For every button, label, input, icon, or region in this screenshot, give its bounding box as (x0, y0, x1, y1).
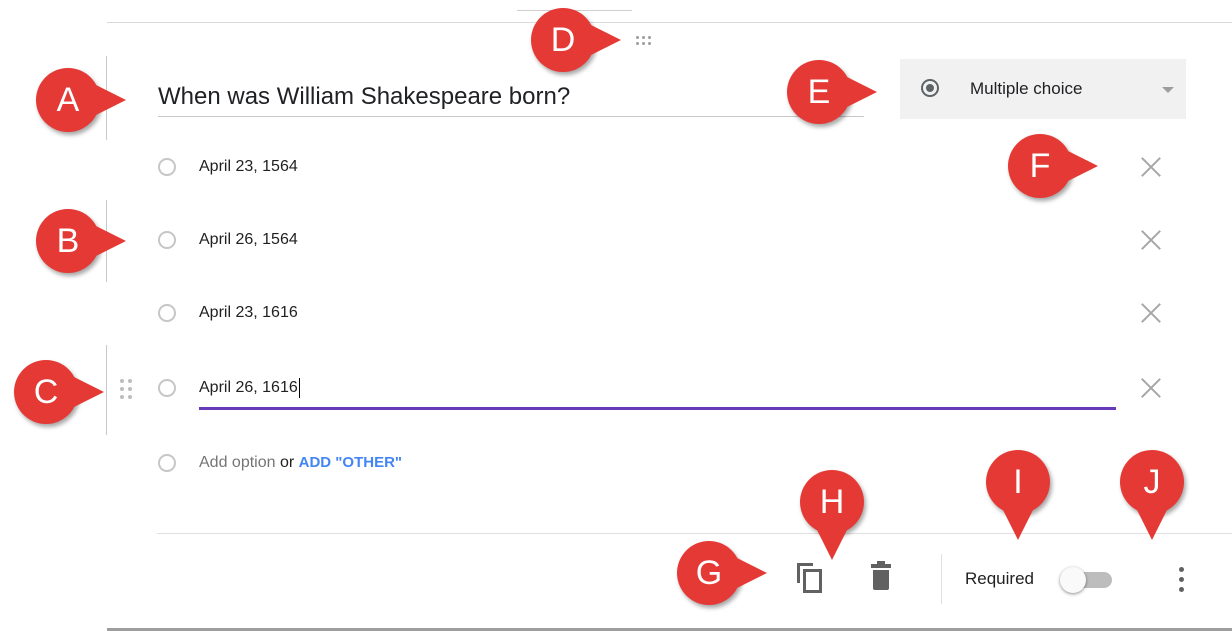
option-input[interactable]: April 23, 1616 (199, 303, 298, 323)
footer-divider (157, 533, 1232, 534)
remove-option-icon[interactable] (1140, 377, 1162, 399)
callout-label: H (819, 483, 845, 521)
option-input[interactable]: April 26, 1564 (199, 230, 298, 250)
callout-label: G (695, 554, 723, 592)
card-left-edge (106, 345, 107, 435)
add-other-link[interactable]: ADD "OTHER" (299, 454, 402, 471)
callout-label: C (33, 373, 59, 411)
callout-label: J (1143, 463, 1161, 501)
callout-label: I (1013, 463, 1023, 501)
remove-option-icon[interactable] (1140, 302, 1162, 324)
callout-j: J (1120, 450, 1184, 540)
option-input-value: April 26, 1616 (199, 379, 298, 396)
callout-b: B (36, 209, 126, 273)
radio-icon (158, 454, 176, 472)
remove-option-icon[interactable] (1140, 156, 1162, 178)
more-vert-icon[interactable] (1179, 567, 1185, 593)
callout-label: A (56, 81, 80, 119)
callout-d: D (531, 8, 621, 72)
callout-h: H (800, 470, 864, 560)
option-row-active: April 26, 1616 (158, 373, 1178, 403)
remove-option-icon[interactable] (1140, 229, 1162, 251)
callout-i: I (986, 450, 1050, 540)
option-input[interactable]: April 23, 1564 (199, 157, 298, 177)
option-input-active[interactable]: April 26, 1616 (199, 378, 300, 398)
footer-vertical-divider (941, 554, 942, 604)
add-option-row: Add option or ADD "OTHER" (199, 453, 402, 473)
add-option-link[interactable]: Add option (199, 454, 276, 471)
callout-e: E (787, 60, 877, 124)
callout-label: F (1029, 147, 1051, 185)
callout-g: G (677, 541, 767, 605)
callout-label: D (550, 21, 576, 59)
callout-label: B (56, 222, 80, 260)
radio-button-checked-icon (921, 79, 939, 97)
callout-f: F (1008, 134, 1098, 198)
required-toggle[interactable] (1060, 567, 1112, 593)
callout-c: C (14, 360, 104, 424)
question-type-label: Multiple choice (970, 79, 1083, 98)
or-text: or (275, 454, 299, 471)
chevron-down-icon (1162, 87, 1174, 93)
radio-icon (158, 379, 176, 397)
question-title-input[interactable]: When was William Shakespeare born? (158, 78, 864, 117)
text-cursor (298, 378, 300, 398)
callout-label: E (807, 73, 831, 111)
option-drag-handle[interactable] (120, 377, 134, 401)
radio-icon (158, 304, 176, 322)
duplicate-icon[interactable] (797, 563, 825, 593)
question-type-select[interactable]: Multiple choice (900, 59, 1186, 119)
option-row: April 23, 1616 (158, 298, 1178, 328)
required-label: Required (965, 569, 1034, 588)
callout-a: A (36, 68, 126, 132)
radio-icon (158, 231, 176, 249)
active-input-underline (199, 407, 1116, 410)
question-drag-handle[interactable] (636, 32, 664, 52)
option-row: April 26, 1564 (158, 225, 1178, 255)
radio-icon (158, 158, 176, 176)
delete-icon[interactable] (871, 561, 891, 590)
